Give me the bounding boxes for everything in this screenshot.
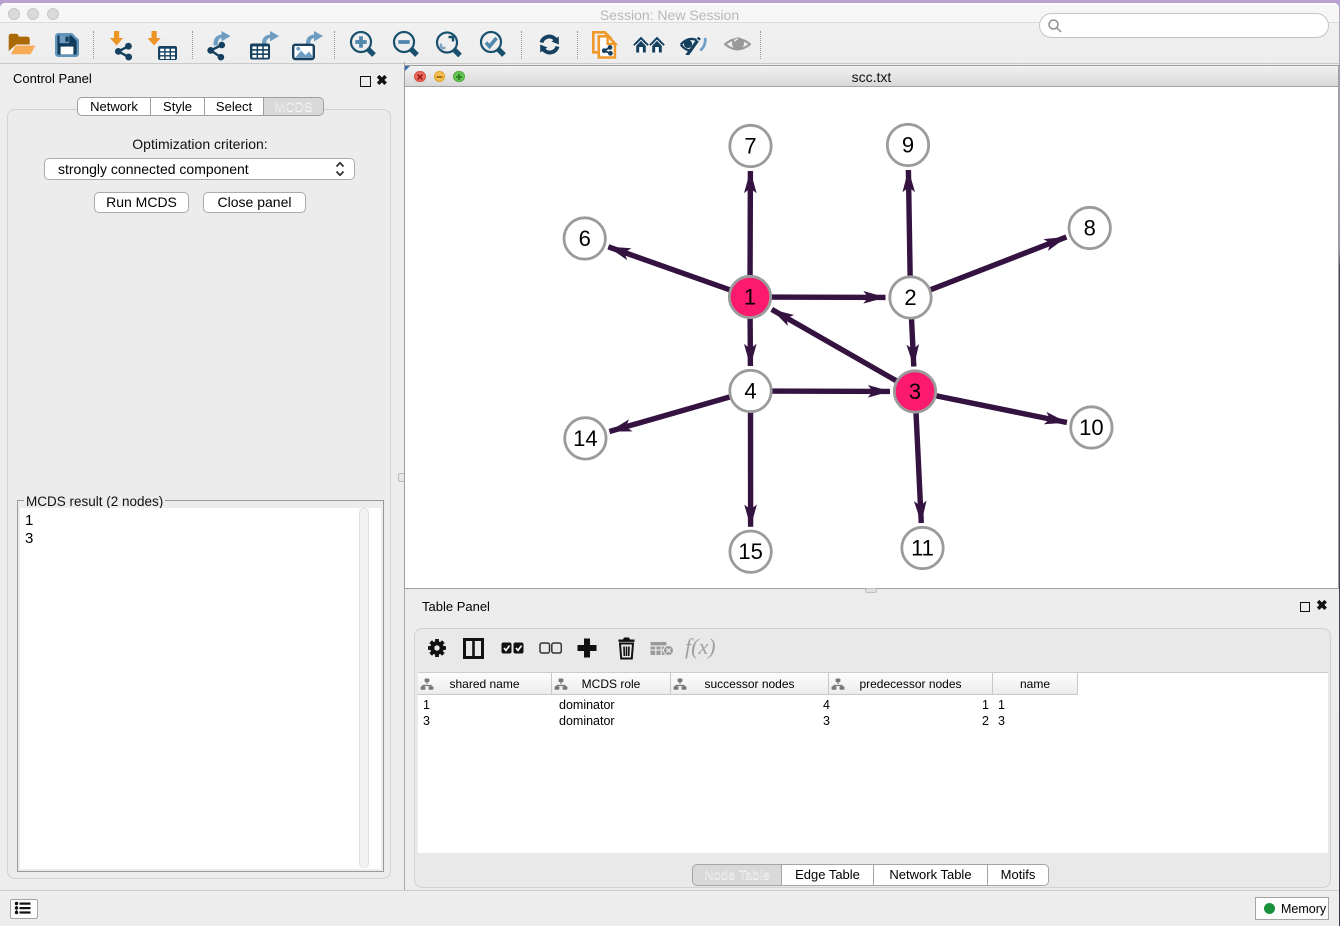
svg-text:1: 1 [744, 285, 756, 310]
svg-text:4: 4 [744, 379, 756, 404]
svg-text:8: 8 [1084, 216, 1096, 241]
svg-text:10: 10 [1079, 415, 1103, 440]
svg-text:7: 7 [744, 134, 756, 159]
svg-text:15: 15 [738, 539, 762, 564]
svg-text:3: 3 [909, 379, 921, 404]
svg-text:11: 11 [911, 536, 934, 561]
svg-text:14: 14 [573, 426, 597, 451]
svg-text:9: 9 [902, 133, 914, 158]
svg-text:6: 6 [579, 226, 591, 251]
svg-text:2: 2 [904, 285, 916, 310]
